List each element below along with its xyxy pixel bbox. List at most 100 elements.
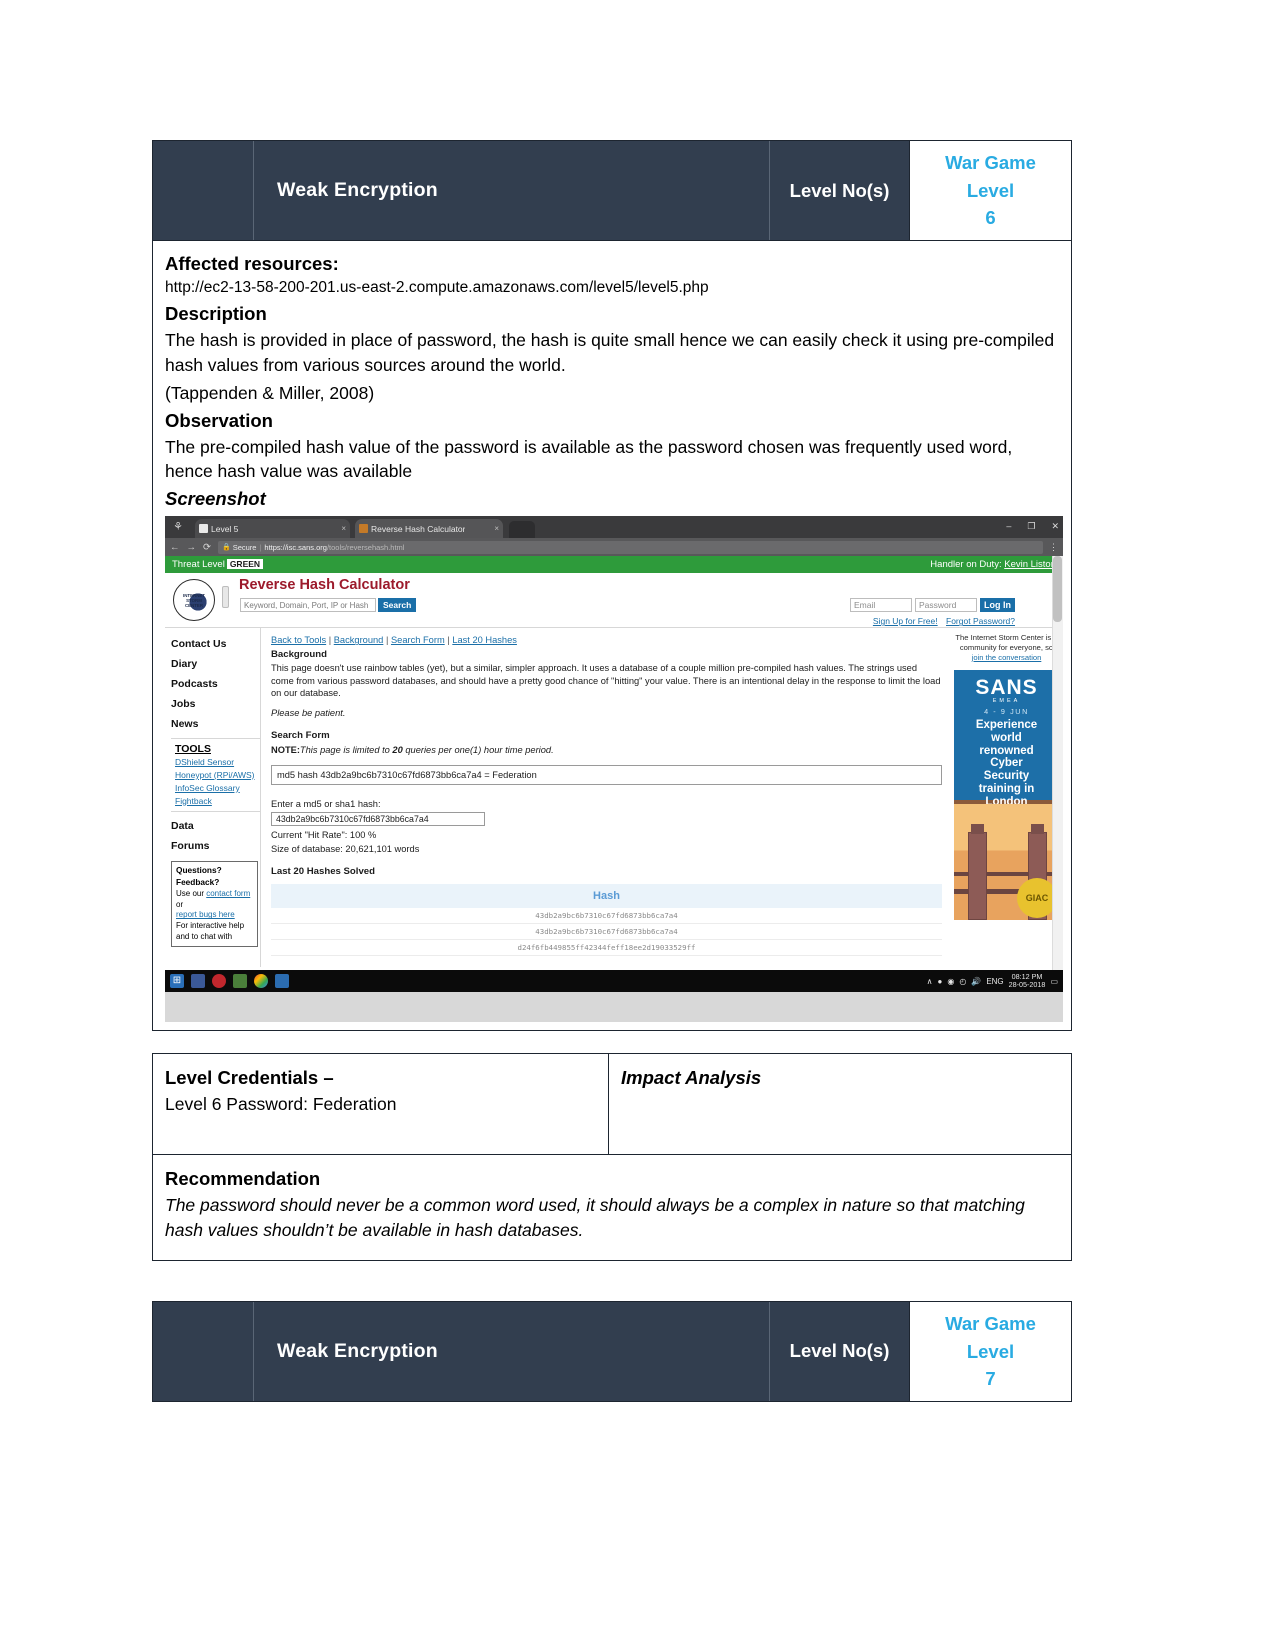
url-path: /tools/reversehash.html <box>326 542 405 552</box>
tray-icon-2[interactable]: ◉ <box>947 977 954 986</box>
note-limit-number: 20 <box>392 744 403 755</box>
close-window-icon[interactable]: ✕ <box>1051 519 1059 533</box>
page-scrollbar[interactable] <box>1052 556 1063 971</box>
screenshot-heading: Screenshot <box>165 488 266 510</box>
handler-on-duty: Handler on Duty: Kevin Liston <box>930 559 1056 570</box>
minimize-icon[interactable]: – <box>1006 519 1011 533</box>
observation-text: The pre-compiled hash value of the passw… <box>165 436 1013 482</box>
browser-tab-level5[interactable]: Level 5 × <box>195 519 350 539</box>
sans-advertisement[interactable]: SANS EMEA 4 - 9 JUN Experience world reno… <box>954 669 1059 920</box>
sidebar-link-dshield-sensor[interactable]: DShield Sensor <box>171 755 260 768</box>
password-field[interactable]: Password <box>915 598 977 613</box>
browser-tab-label: Level 5 <box>211 523 239 534</box>
close-tab-icon[interactable]: × <box>335 524 346 533</box>
hash-input[interactable]: 43db2a9bc6b7310c67fd6873bb6ca7a4 <box>271 812 485 827</box>
taskbar-app-1-icon[interactable] <box>191 974 205 989</box>
close-tab-icon[interactable]: × <box>488 524 499 533</box>
handler-name-link[interactable]: Kevin Liston <box>1004 559 1056 570</box>
scrollbar-thumb[interactable] <box>1053 556 1062 623</box>
tower-bridge-image: GIAC <box>954 803 1059 920</box>
forgot-password-link[interactable]: Forgot Password? <box>946 616 1015 626</box>
hash-table: Hash 43db2a9bc6b7310c67fd6873bb6ca7a4 43… <box>271 883 942 956</box>
ad-line: training in <box>978 783 1035 796</box>
log-in-button[interactable]: Log In <box>980 598 1015 613</box>
sidebar-item-news[interactable]: News <box>171 714 260 734</box>
sidebar-toggle-icon[interactable] <box>222 586 229 609</box>
questions-line: Questions? <box>176 865 222 876</box>
ad-line: renowned <box>979 744 1034 757</box>
browser-tab-reverse-hash[interactable]: Reverse Hash Calculator × <box>355 519 503 539</box>
contact-form-link[interactable]: contact form <box>206 889 250 898</box>
browser-tab-label: Reverse Hash Calculator <box>371 523 466 534</box>
tray-icon-3[interactable]: ◴ <box>959 977 966 986</box>
sidebar-link-infosec-glossary[interactable]: InfoSec Glossary <box>171 781 260 794</box>
note-label: NOTE: <box>271 744 300 755</box>
war-game-level-number: 7 <box>985 1368 996 1390</box>
sans-favicon <box>359 524 368 534</box>
system-tray: ∧ ● ◉ ◴ 🔊 ENG 08:12 PM 28-05-2018 ▭ <box>927 973 1058 989</box>
sidebar-item-forums[interactable]: Forums <box>171 836 260 856</box>
reload-icon[interactable]: ⟳ <box>203 542 211 553</box>
back-icon[interactable]: ← <box>170 542 180 553</box>
sidebar-link-fightback[interactable]: Fightback <box>171 794 260 807</box>
start-button-icon[interactable]: ⊞ <box>170 974 184 989</box>
recommendation-heading: Recommendation <box>165 1168 321 1190</box>
ad-line: world <box>991 731 1022 744</box>
browser-menu-icon[interactable]: ⋮ <box>1049 542 1058 553</box>
use-our-text: Use our <box>176 888 207 898</box>
maximize-icon[interactable]: ❐ <box>1027 519 1035 533</box>
community-blurb: The Internet Storm Center is a community… <box>954 633 1059 663</box>
hit-rate-text: Current "Hit Rate": 100 % <box>271 830 377 841</box>
handler-prefix: Handler on Duty: <box>930 559 1002 571</box>
clock[interactable]: 08:12 PM 28-05-2018 <box>1009 973 1046 989</box>
credentials-impact-row: Level Credentials – Level 6 Password: Fe… <box>152 1053 1072 1156</box>
volume-icon[interactable]: 🔊 <box>971 977 981 986</box>
ad-line: Experience <box>975 718 1038 731</box>
sign-up-link[interactable]: Sign Up for Free! <box>873 616 938 626</box>
report-header-level7: Weak Encryption Level No(s) War Game Lev… <box>152 1300 1072 1402</box>
notification-icon[interactable]: ▭ <box>1050 977 1058 986</box>
patience-note: Please be patient. <box>271 708 346 719</box>
sidebar-item-contact-us[interactable]: Contact Us <box>171 634 260 654</box>
link-background[interactable]: Background <box>334 635 384 645</box>
embedded-browser-screenshot: ⚘ Level 5 × Reverse Hash Calculator × – … <box>165 516 1063 1023</box>
war-game-line-2: Level <box>966 179 1015 201</box>
search-button[interactable]: Search <box>378 598 417 613</box>
language-indicator[interactable]: ENG <box>986 977 1003 986</box>
forward-icon[interactable]: → <box>187 542 197 553</box>
window-controls: – ❐ ✕ <box>1006 519 1059 533</box>
link-last-20-hashes[interactable]: Last 20 Hashes <box>452 635 517 645</box>
note-text-2: queries per one(1) hour time period. <box>402 744 554 755</box>
vulnerability-report: Weak Encryption Level No(s) War Game Lev… <box>152 140 1072 1402</box>
level-no-label: Level No(s) <box>770 1301 910 1401</box>
sidebar-group-data: Data <box>171 811 260 836</box>
report-body: Affected resources: http://ec2-13-58-200… <box>152 241 1072 1032</box>
link-back-to-tools[interactable]: Back to Tools <box>271 635 326 645</box>
address-bar[interactable]: 🔒 Secure | https://isc.sans.org/tools/re… <box>217 540 1043 554</box>
sidebar-item-diary[interactable]: Diary <box>171 654 260 674</box>
join-conversation-link[interactable]: join the conversation <box>972 653 1042 662</box>
link-search-form[interactable]: Search Form <box>391 635 445 645</box>
taskbar-app-3-icon[interactable] <box>233 974 247 989</box>
email-field[interactable]: Email <box>850 598 912 613</box>
site-search: Keyword, Domain, Port, IP or Hash Search <box>240 598 417 613</box>
sidebar-item-data[interactable]: Data <box>171 816 260 836</box>
taskbar-app-5-icon[interactable] <box>275 974 289 989</box>
sidebar-item-podcasts[interactable]: Podcasts <box>171 674 260 694</box>
war-game-level-cell: War Game Level 6 <box>910 141 1071 240</box>
tray-expand-icon[interactable]: ∧ <box>927 977 933 986</box>
new-tab-button[interactable] <box>509 521 535 539</box>
tray-icon-1[interactable]: ● <box>938 977 943 986</box>
taskbar-app-2-icon[interactable] <box>212 974 226 989</box>
browser-profile-icon[interactable]: ⚘ <box>171 520 185 534</box>
description-citation: (Tappenden & Miller, 2008) <box>165 382 375 403</box>
sidebar-link-honeypot[interactable]: Honeypot (RPi/AWS) <box>171 768 260 781</box>
search-input[interactable]: Keyword, Domain, Port, IP or Hash <box>240 598 376 613</box>
report-bugs-link[interactable]: report bugs here <box>176 910 235 919</box>
background-heading: Background <box>271 648 327 660</box>
table-row: d24f6fb449855ff42344feff18ee2d19033529ff <box>271 940 942 956</box>
sidebar-item-jobs[interactable]: Jobs <box>171 694 260 714</box>
hash-result-box: md5 hash 43db2a9bc6b7310c67fd6873bb6ca7a… <box>271 764 942 785</box>
chrome-taskbar-icon[interactable] <box>254 974 268 989</box>
sidebar-group-tools: TOOLS DShield Sensor Honeypot (RPi/AWS) … <box>171 738 260 807</box>
